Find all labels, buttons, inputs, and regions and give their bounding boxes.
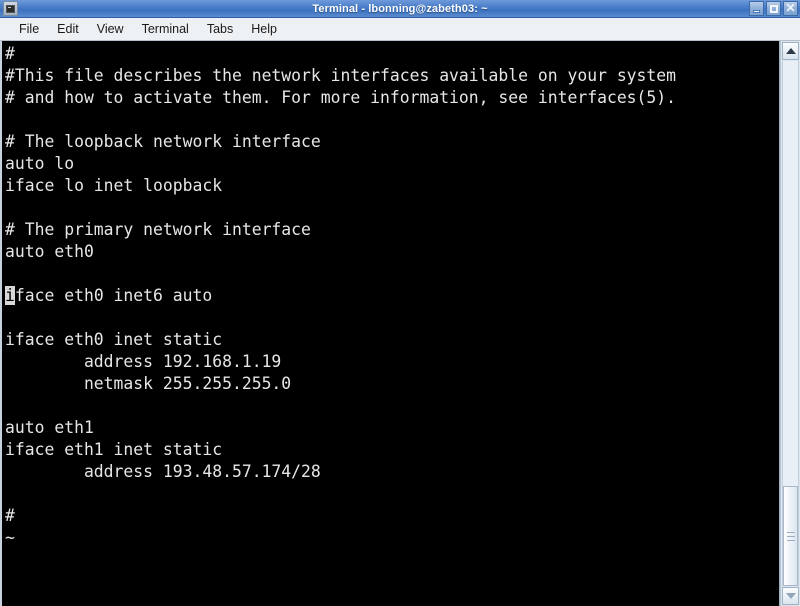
vertical-scrollbar[interactable] <box>780 41 800 606</box>
scroll-up-button[interactable] <box>782 42 799 60</box>
scroll-up-icon <box>785 48 796 54</box>
grip-line <box>786 539 795 541</box>
menu-item-terminal[interactable]: Terminal <box>133 18 198 40</box>
terminal-line: address 193.48.57.174/28 <box>5 462 321 481</box>
grip-line <box>786 531 795 533</box>
terminal-icon <box>3 1 18 16</box>
scrollbar-track[interactable] <box>782 61 799 586</box>
window-title: Terminal - lbonning@zabeth03: ~ <box>312 2 488 15</box>
menu-item-view[interactable]: View <box>88 18 133 40</box>
terminal-line: netmask 255.255.255.0 <box>5 374 292 393</box>
text-cursor: i <box>5 286 15 305</box>
menu-item-tabs[interactable]: Tabs <box>198 18 242 40</box>
maximize-icon <box>769 4 778 13</box>
menu-item-edit[interactable]: Edit <box>48 18 88 40</box>
terminal-line: iface eth1 inet static <box>5 440 223 459</box>
terminal-body: # #This file describes the network interf… <box>0 41 800 606</box>
terminal-line: auto eth1 <box>5 418 94 437</box>
terminal-line: iface lo inet loopback <box>5 176 223 195</box>
terminal-line: address 192.168.1.19 <box>5 352 282 371</box>
minimize-icon <box>753 9 760 13</box>
menu-item-help[interactable]: Help <box>242 18 286 40</box>
terminal-line: # <box>5 506 15 525</box>
title-bar[interactable]: Terminal - lbonning@zabeth03: ~ ✕ <box>0 0 800 18</box>
window-controls: ✕ <box>749 1 798 16</box>
terminal-line: #This file describes the network interfa… <box>5 66 677 85</box>
terminal-line: ~ <box>5 528 15 547</box>
terminal-line: # and how to activate them. For more inf… <box>5 88 677 107</box>
terminal-line: auto lo <box>5 154 75 173</box>
scroll-down-icon <box>785 593 796 599</box>
terminal-line: iface eth0 inet6 auto <box>5 286 213 305</box>
terminal-screen[interactable]: # #This file describes the network interf… <box>0 41 780 606</box>
terminal-line: # The loopback network interface <box>5 132 321 151</box>
terminal-line: # <box>5 44 15 63</box>
minimize-button[interactable] <box>749 1 764 16</box>
close-button[interactable]: ✕ <box>783 1 798 16</box>
terminal-line: iface eth0 inet static <box>5 330 223 349</box>
grip-line <box>786 535 795 537</box>
terminal-text: # #This file describes the network interf… <box>5 43 779 549</box>
maximize-button[interactable] <box>766 1 781 16</box>
close-icon: ✕ <box>785 1 796 15</box>
scrollbar-thumb[interactable] <box>783 486 798 586</box>
menu-bar: File Edit View Terminal Tabs Help <box>0 18 800 41</box>
terminal-window: Terminal - lbonning@zabeth03: ~ ✕ File E… <box>0 0 800 606</box>
menu-item-file[interactable]: File <box>10 18 48 40</box>
scroll-down-button[interactable] <box>782 587 799 605</box>
terminal-line: auto eth0 <box>5 242 94 261</box>
terminal-line: # The primary network interface <box>5 220 311 239</box>
